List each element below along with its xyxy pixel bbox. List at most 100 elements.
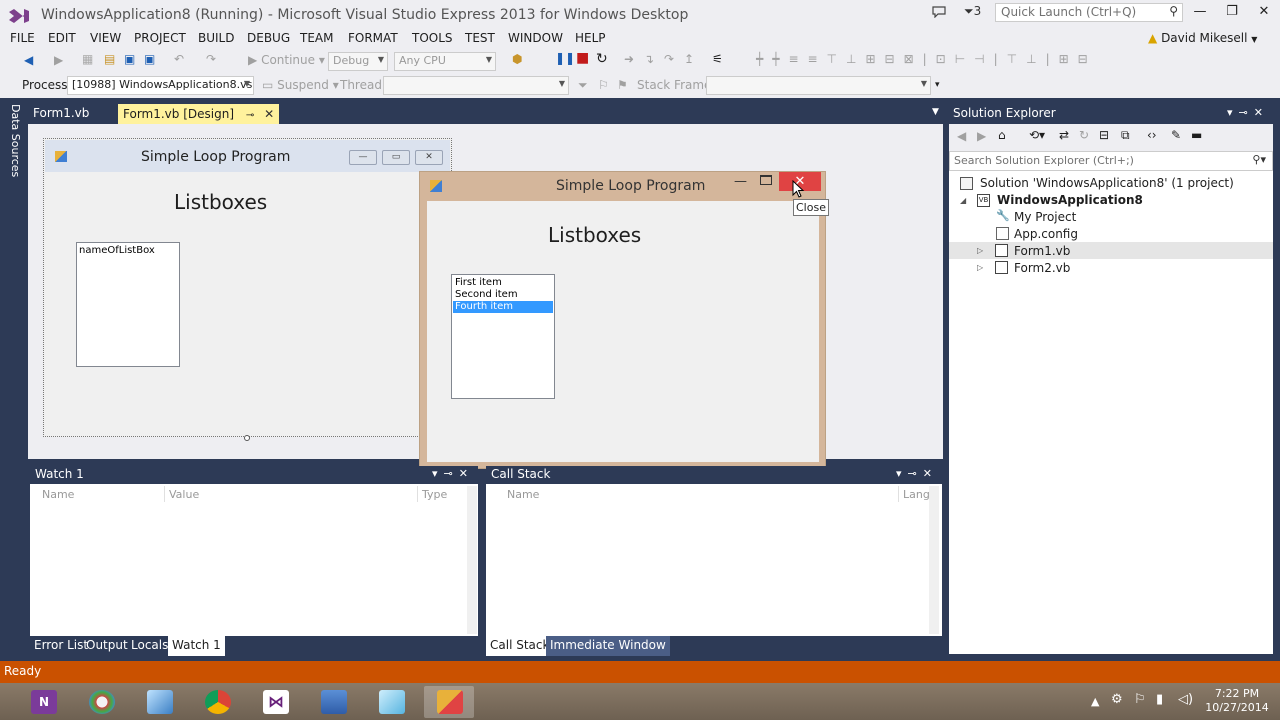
close-icon[interactable]: ✕ (1252, 4, 1276, 19)
tree-node-form2[interactable]: Form2.vb (1014, 261, 1070, 275)
column-header-lang[interactable]: Lang (903, 488, 930, 501)
filter-icon[interactable]: ⏷ (578, 78, 588, 93)
toolbar-overflow-icon[interactable]: ▾ (935, 80, 940, 90)
tab-form1-vb[interactable]: Form1.vb (28, 104, 94, 124)
forward-icon[interactable]: ▶ (54, 53, 63, 67)
tab-output[interactable]: Output (82, 636, 132, 656)
taskbar-visual-studio[interactable]: ⋈ (250, 686, 300, 718)
open-file-icon[interactable]: ▤ (104, 52, 115, 66)
column-header-name[interactable]: Name (42, 488, 74, 501)
taskbar-paint[interactable] (76, 686, 126, 718)
save-icon[interactable]: ▣ (124, 52, 135, 66)
vertical-scrollbar[interactable] (467, 486, 477, 634)
menu-edit[interactable]: EDIT (48, 31, 76, 45)
expand-arrow-icon[interactable]: ▷ (977, 246, 983, 255)
menu-file[interactable]: FILE (10, 31, 35, 45)
list-item-selected[interactable]: Fourth item (453, 301, 553, 313)
tab-overflow-icon[interactable]: ▼ (932, 107, 939, 117)
thread-toggle-icon[interactable]: ⚑ (617, 78, 628, 92)
process-select[interactable]: [10988] WindowsApplication8.vshost▼ (67, 76, 254, 95)
design-listbox[interactable]: nameOfListBox (76, 242, 180, 367)
close-tab-icon[interactable]: ✕ (264, 107, 274, 121)
menu-build[interactable]: BUILD (198, 31, 234, 45)
restart-icon[interactable]: ↻ (596, 51, 608, 67)
menu-tools[interactable]: TOOLS (412, 31, 453, 45)
menu-view[interactable]: VIEW (90, 31, 121, 45)
break-all-icon[interactable]: ❚❚ (555, 51, 575, 65)
taskbar-chrome[interactable] (192, 686, 242, 718)
properties-icon[interactable]: ✎ (1171, 128, 1181, 142)
tray-flag-icon[interactable]: ⚐ (1134, 692, 1146, 707)
panel-window-buttons[interactable]: ▾⊸✕ (1227, 106, 1269, 119)
platform-select[interactable]: Any CPU ▼ (394, 52, 496, 71)
column-header-value[interactable]: Value (169, 488, 199, 501)
taskbar-running-app[interactable] (424, 686, 474, 718)
design-form[interactable]: Simple Loop Program — ▭ ✕ Listboxes name… (43, 138, 452, 437)
suspend-button[interactable]: ▭ Suspend ▾ (262, 78, 339, 92)
tree-node-form1[interactable]: Form1.vb (1014, 244, 1070, 258)
pending-changes-icon[interactable]: ⟲▾ (1029, 128, 1045, 142)
sync-icon[interactable]: ⇄ (1059, 128, 1069, 142)
items-listbox[interactable]: First item Second item Fourth item (451, 274, 555, 399)
menu-project[interactable]: PROJECT (134, 31, 186, 45)
hex-display-icon[interactable]: ⚟ (712, 52, 723, 66)
menu-format[interactable]: FORMAT (348, 31, 398, 45)
taskbar-3d-app[interactable] (134, 686, 184, 718)
user-account-menu[interactable]: ▲ David Mikesell ▼ (1148, 31, 1257, 45)
vertical-scrollbar[interactable] (929, 486, 939, 634)
back-icon[interactable]: ◀ (24, 53, 33, 67)
list-item[interactable]: First item (453, 277, 553, 289)
show-next-statement-icon[interactable]: ➜ (624, 52, 634, 66)
tray-overflow-icon[interactable]: ▲ (1091, 695, 1099, 708)
tray-app-icon[interactable]: ⚙ (1111, 692, 1123, 707)
taskbar-notepad[interactable] (366, 686, 416, 718)
notification-flag[interactable]: ⏷3 (964, 4, 981, 19)
running-form-window[interactable]: Simple Loop Program — ✕ Listboxes First … (419, 171, 826, 469)
step-into-icon[interactable]: ↴ (644, 52, 654, 66)
volume-icon[interactable]: ◁) (1178, 692, 1193, 707)
continue-button[interactable]: ▶ Continue ▾ (248, 53, 325, 67)
list-item[interactable]: Second item (453, 289, 553, 301)
find-icon[interactable]: ⬢ (512, 52, 522, 66)
quick-launch-input[interactable]: Quick Launch (Ctrl+Q) ⚲ (995, 3, 1183, 22)
menu-window[interactable]: WINDOW (508, 31, 563, 45)
pin-icon[interactable]: ⊸ (246, 110, 254, 121)
tab-immediate-window[interactable]: Immediate Window (546, 636, 670, 656)
home-icon[interactable]: ⌂ (998, 128, 1006, 142)
show-all-files-icon[interactable]: ⧉ (1121, 128, 1130, 143)
back-icon[interactable]: ◀ (957, 129, 966, 143)
expand-arrow-icon[interactable]: ▷ (977, 263, 983, 272)
network-icon[interactable]: ▮ (1156, 692, 1163, 707)
tree-node-my-project[interactable]: My Project (1014, 210, 1076, 224)
tab-locals[interactable]: Locals (127, 636, 172, 656)
layout-toolbar-icons[interactable]: ┿┿≡≡⊤⊥⊞⊟⊠|⊡⊢⊣|⊤⊥|⊞⊟ (756, 52, 1097, 66)
stack-frame-select[interactable]: ▼ (706, 76, 931, 95)
menu-team[interactable]: TEAM (300, 31, 333, 45)
menu-help[interactable]: HELP (575, 31, 606, 45)
tree-node-app-config[interactable]: App.config (1014, 227, 1078, 241)
column-header-type[interactable]: Type (422, 488, 447, 501)
listboxes-label[interactable]: Listboxes (174, 190, 267, 214)
new-project-icon[interactable]: ▦ (82, 52, 93, 66)
configuration-select[interactable]: Debug ▼ (328, 52, 388, 71)
step-over-icon[interactable]: ↷ (664, 52, 674, 66)
tab-form1-design[interactable]: Form1.vb [Design] ⊸ ✕ (118, 104, 280, 124)
menu-test[interactable]: TEST (465, 31, 495, 45)
solution-explorer-search[interactable]: Search Solution Explorer (Ctrl+;) ⚲▾ (949, 151, 1273, 171)
refresh-icon[interactable]: ↻ (1079, 128, 1089, 142)
preview-icon[interactable]: ▬ (1191, 128, 1202, 142)
column-header-name[interactable]: Name (507, 488, 539, 501)
panel-window-buttons[interactable]: ▾⊸✕ (896, 467, 938, 480)
redo-icon[interactable]: ↷ (206, 52, 216, 66)
collapse-all-icon[interactable]: ⊟ (1099, 128, 1109, 142)
panel-window-buttons[interactable]: ▾⊸✕ (432, 467, 474, 480)
minimize-icon[interactable]: — (734, 174, 748, 189)
flag-thread-icon[interactable]: ⚐ (598, 78, 609, 92)
minimize-icon[interactable]: — (1188, 4, 1212, 19)
restore-icon[interactable]: ❐ (1220, 4, 1244, 19)
resize-handle[interactable] (244, 435, 250, 441)
tree-node-project[interactable]: WindowsApplication8 (997, 193, 1143, 207)
collapse-arrow-icon[interactable]: ◢ (960, 196, 966, 205)
undo-icon[interactable]: ↶ (174, 52, 184, 66)
step-out-icon[interactable]: ↥ (684, 52, 694, 66)
